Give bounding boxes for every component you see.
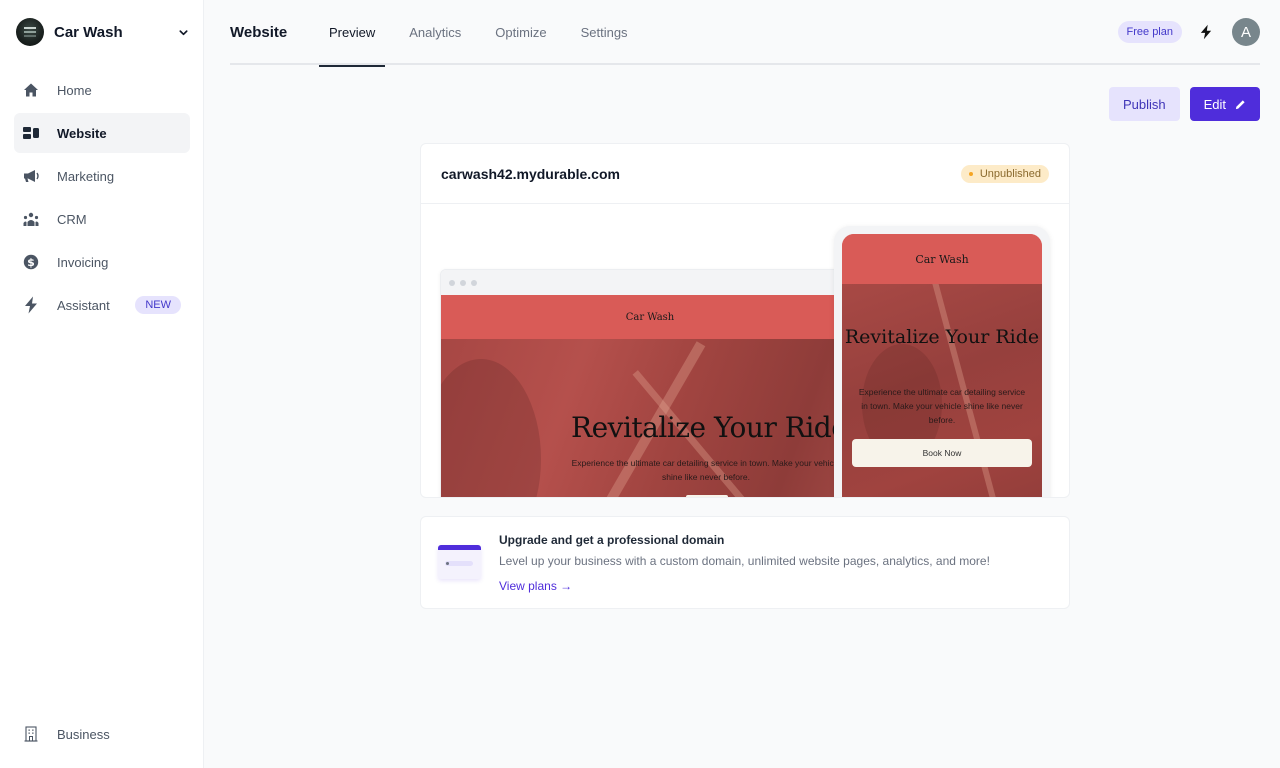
- mobile-hero-image: Revitalize Your Ride Experience the ulti…: [842, 284, 1042, 497]
- business-name: Car Wash: [54, 23, 123, 41]
- preview-card-header: carwash42.mydurable.com Unpublished: [421, 144, 1069, 204]
- sidebar: Car Wash Home Website Marketing CRM $ In…: [0, 0, 204, 768]
- window-dot-icon: [449, 279, 455, 286]
- upgrade-card: Upgrade and get a professional domain Le…: [420, 516, 1070, 609]
- upgrade-description: Level up your business with a custom dom…: [499, 554, 990, 568]
- site-navbar: Car Wash: [441, 295, 859, 339]
- publish-button[interactable]: Publish: [1108, 87, 1180, 121]
- business-logo: [16, 18, 44, 46]
- mobile-hero-text: Experience the ultimate car detailing se…: [858, 387, 1026, 425]
- sidebar-item-label: Home: [57, 82, 92, 98]
- status-label: Unpublished: [979, 167, 1041, 180]
- sidebar-item-invoicing[interactable]: $ Invoicing: [14, 242, 190, 282]
- tab-bar: Preview Analytics Optimize Settings: [319, 0, 652, 67]
- view-plans-link[interactable]: View plans →: [499, 579, 572, 593]
- site-name: Car Wash: [625, 311, 675, 323]
- home-icon: [22, 81, 40, 99]
- browser-bar: [441, 270, 859, 295]
- sidebar-item-label: Assistant: [57, 297, 110, 313]
- tab-settings[interactable]: Settings: [571, 0, 638, 65]
- mobile-navbar: Car Wash: [842, 234, 1042, 284]
- tab-optimize[interactable]: Optimize: [485, 0, 556, 65]
- site-hero-image: Revitalize Your Ride Experience the ulti…: [441, 339, 859, 497]
- sidebar-item-marketing[interactable]: Marketing: [14, 156, 190, 196]
- sidebar-item-label: Marketing: [57, 168, 115, 184]
- megaphone-icon: [22, 167, 40, 185]
- business-switcher[interactable]: Car Wash: [16, 18, 190, 46]
- bolt-icon: [22, 296, 40, 314]
- header-actions: Free plan A: [1117, 18, 1260, 46]
- dollar-circle-icon: $: [22, 253, 40, 271]
- sidebar-item-website[interactable]: Website: [14, 113, 190, 153]
- mobile-site-name: Car Wash: [915, 252, 969, 266]
- site-domain[interactable]: carwash42.mydurable.com: [441, 166, 620, 182]
- mobile-hero-title: Revitalize Your Ride: [844, 326, 1040, 348]
- page-title: Website: [230, 24, 288, 41]
- sidebar-item-home[interactable]: Home: [14, 70, 190, 110]
- bolt-icon[interactable]: [1196, 22, 1216, 42]
- mobile-preview: Car Wash Revitalize Your Ride Experience…: [834, 226, 1050, 497]
- tab-preview[interactable]: Preview: [319, 0, 386, 67]
- hero-image-detail: [441, 359, 541, 497]
- sidebar-item-label: Website: [57, 125, 107, 141]
- sidebar-item-business[interactable]: Business: [14, 714, 190, 754]
- avatar[interactable]: A: [1232, 18, 1260, 46]
- mobile-screen: Car Wash Revitalize Your Ride Experience…: [842, 234, 1042, 497]
- page-actions: Publish Edit: [1108, 87, 1260, 121]
- preview-area[interactable]: Car Wash Revitalize Your Ride Experience…: [421, 205, 1069, 497]
- site-cta-button: [686, 495, 728, 497]
- sidebar-item-crm[interactable]: CRM: [14, 199, 190, 239]
- window-dot-icon: [460, 279, 466, 286]
- sidebar-item-label: CRM: [57, 211, 87, 227]
- sidebar-nav: Home Website Marketing CRM $ Invoicing A…: [14, 70, 190, 328]
- new-badge: NEW: [135, 296, 181, 314]
- chevron-down-icon: [176, 25, 190, 39]
- sidebar-item-assistant[interactable]: Assistant NEW: [14, 285, 190, 325]
- edit-button-label: Edit: [1203, 96, 1226, 112]
- window-dot-icon: [471, 279, 477, 286]
- building-icon: [22, 725, 40, 743]
- edit-button[interactable]: Edit: [1189, 87, 1260, 121]
- site-hero-text: Experience the ultimate car detailing se…: [571, 458, 841, 482]
- website-icon: [22, 124, 40, 142]
- plan-badge[interactable]: Free plan: [1117, 21, 1182, 43]
- status-dot-icon: [968, 171, 973, 176]
- people-icon: [22, 210, 40, 228]
- svg-text:$: $: [27, 256, 35, 269]
- pencil-icon: [1235, 99, 1245, 109]
- status-badge: Unpublished: [960, 164, 1049, 183]
- browser-window-illustration-icon: [438, 545, 481, 579]
- site-hero-title: Revitalize Your Ride: [571, 411, 848, 444]
- page-header: Website Preview Analytics Optimize Setti…: [230, 0, 1260, 67]
- mobile-cta-button: Book Now: [852, 439, 1032, 467]
- upgrade-title: Upgrade and get a professional domain: [499, 533, 725, 547]
- sidebar-bottom: Business: [14, 714, 190, 757]
- website-preview-card: carwash42.mydurable.com Unpublished Car …: [420, 143, 1070, 498]
- sidebar-item-label: Business: [57, 726, 110, 742]
- desktop-preview: Car Wash Revitalize Your Ride Experience…: [440, 269, 860, 497]
- tab-analytics[interactable]: Analytics: [399, 0, 471, 65]
- sidebar-item-label: Invoicing: [57, 254, 109, 270]
